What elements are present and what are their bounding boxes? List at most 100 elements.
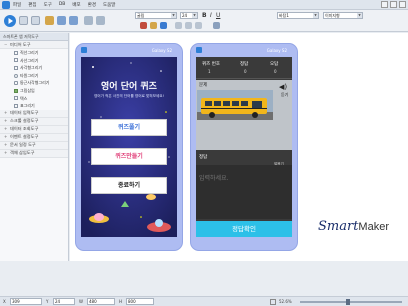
expand-icon: + xyxy=(4,110,8,116)
phone-title: Galaxy S2 xyxy=(151,48,172,53)
quiz-start-button[interactable]: 퀴즈풀기 xyxy=(91,119,167,136)
status-bar: X 309 Y 24 W 480 H 800 52.6% xyxy=(0,296,408,306)
category-media[interactable]: − 미디어 도구 xyxy=(0,41,68,49)
x-field[interactable]: 309 xyxy=(10,298,42,305)
maximize-button[interactable] xyxy=(390,1,397,8)
width-field[interactable]: 480 xyxy=(87,298,115,305)
underline-icon[interactable]: U xyxy=(216,12,220,19)
tool-panel: 스마트폰 앱 저작도구 − 미디어 도구 직선그리기 사선그리기 사각형그리기 타… xyxy=(0,33,69,261)
zoom-slider-handle[interactable] xyxy=(346,299,350,305)
category-object[interactable]: + 객체 삽입도구 xyxy=(0,149,68,158)
menu-settings[interactable]: 환경 xyxy=(88,2,96,8)
align-center-icon[interactable] xyxy=(185,22,192,29)
tool-line[interactable]: 직선그리기 xyxy=(0,49,68,57)
image-mode-value: 이미지형 xyxy=(325,13,340,18)
bold-icon[interactable]: B xyxy=(202,12,207,19)
answer-placeholder: 입력하세요. xyxy=(199,175,229,182)
correct-value: 0 xyxy=(244,69,247,74)
menu-tools[interactable]: 도구 xyxy=(44,2,52,8)
ellipse-icon xyxy=(14,73,18,78)
menu-bar: 파일 편집 도구 DB 배포 환경 도움말 xyxy=(0,0,408,10)
speaker-icon[interactable]: ◀) xyxy=(279,83,287,91)
close-button[interactable] xyxy=(399,1,406,8)
move-up-icon[interactable] xyxy=(57,16,66,25)
menu-db[interactable]: DB xyxy=(59,2,66,7)
answer-header: 정답 발음기 xyxy=(196,150,292,166)
phone-screen: 퀴즈 번호 정답 오답 1 0 0 문제 ◀) 듣기 정답 발음기 입력하세요.… xyxy=(196,57,292,237)
tool-ellipse[interactable]: 타원그리기 xyxy=(0,72,68,80)
expand-icon: + xyxy=(4,134,8,140)
fill-color-icon[interactable] xyxy=(140,22,147,29)
expand-icon: + xyxy=(4,118,8,124)
tool-rect[interactable]: 사각형그리기 xyxy=(0,64,68,72)
brand-plain-text: Maker xyxy=(358,221,389,233)
align-icon[interactable] xyxy=(45,16,54,25)
chevron-down-icon: ▼ xyxy=(357,13,362,18)
phone-preview-2[interactable]: Galaxy S2 퀴즈 번호 정답 오답 1 0 0 문제 ◀) 듣기 정답 … xyxy=(190,43,298,251)
quiz-make-button[interactable]: 퀴즈만들기 xyxy=(91,148,167,165)
font-name-combo[interactable]: 굴림 ▼ xyxy=(135,12,177,19)
line-color-icon[interactable] xyxy=(150,22,157,29)
zoom-slider-track[interactable] xyxy=(300,301,402,303)
y-field[interactable]: 24 xyxy=(53,298,75,305)
quiz-number-value: 1 xyxy=(208,69,211,74)
brand-script-text: Smart xyxy=(318,219,359,234)
design-canvas[interactable]: Galaxy S2 영어 단어 퀴즈 영어가 적은 사진의 단어를 영어로 맞혀… xyxy=(70,33,408,261)
app-badge-icon xyxy=(196,47,202,53)
quiz-subtitle: 영어가 적은 사진의 단어를 영어로 맞혀보세요! xyxy=(94,94,164,98)
text-color-icon[interactable] xyxy=(160,22,167,29)
bring-front-icon[interactable] xyxy=(213,22,220,29)
confirm-answer-button[interactable]: 정답확인 xyxy=(196,221,292,237)
tool-text[interactable]: 텍스 xyxy=(0,95,68,103)
app-icon xyxy=(2,0,10,9)
problem-label: 문제 xyxy=(199,83,208,88)
image-icon xyxy=(14,88,18,93)
font-size-combo[interactable]: 24 ▼ xyxy=(180,12,198,19)
save-icon[interactable] xyxy=(19,16,28,25)
app-badge-icon xyxy=(81,47,87,53)
wrong-label: 오답 xyxy=(270,62,279,67)
image-mode-select[interactable]: 이미지형 ▼ xyxy=(323,12,363,19)
tool-roundrect[interactable]: 둥근사각형그리기 xyxy=(0,79,68,87)
play-icon[interactable] xyxy=(4,15,16,27)
table-icon xyxy=(14,103,18,108)
height-field[interactable]: 800 xyxy=(126,298,154,305)
diagonal-icon xyxy=(14,58,18,63)
ungroup-icon[interactable] xyxy=(96,16,105,25)
move-down-icon[interactable] xyxy=(69,16,78,25)
italic-icon[interactable]: I xyxy=(210,12,212,19)
fit-icon[interactable] xyxy=(270,299,276,305)
exit-button[interactable]: 종료하기 xyxy=(91,177,167,194)
collapse-icon: − xyxy=(4,41,8,47)
problem-area: 문제 ◀) 듣기 xyxy=(196,80,292,150)
wrong-value: 0 xyxy=(274,69,277,74)
toolbar: 굴림 ▼ 24 ▼ B I U 바탕1 ▼ 이미지형 ▼ xyxy=(0,10,408,32)
tool-image[interactable]: 그림삽입 xyxy=(0,87,68,95)
roundrect-icon xyxy=(14,81,18,86)
group-icon[interactable] xyxy=(84,16,93,25)
style-select[interactable]: 바탕1 ▼ xyxy=(277,12,319,19)
listen-label: 듣기 xyxy=(281,92,289,97)
chevron-down-icon: ▼ xyxy=(313,13,318,18)
chevron-down-icon: ▼ xyxy=(171,13,176,18)
align-right-icon[interactable] xyxy=(195,22,202,29)
text-icon xyxy=(14,96,18,101)
menu-help[interactable]: 도움말 xyxy=(103,2,115,8)
menu-deploy[interactable]: 배포 xyxy=(72,2,80,8)
style-select-value: 바탕1 xyxy=(279,13,289,18)
zoom-value: 52.6% xyxy=(279,299,292,304)
minimize-button[interactable] xyxy=(381,1,388,8)
phone-screen: 영어 단어 퀴즈 영어가 적은 사진의 단어를 영어로 맞혀보세요! 퀴즈풀기 … xyxy=(81,57,177,237)
align-left-icon[interactable] xyxy=(175,22,182,29)
correct-label: 정답 xyxy=(240,62,249,67)
tool-diagonal[interactable]: 사선그리기 xyxy=(0,57,68,65)
answer-input[interactable]: 입력하세요. xyxy=(196,165,292,219)
open-icon[interactable] xyxy=(31,16,40,25)
phone-preview-1[interactable]: Galaxy S2 영어 단어 퀴즈 영어가 적은 사진의 단어를 영어로 맞혀… xyxy=(75,43,183,251)
menu-edit[interactable]: 편집 xyxy=(28,2,36,8)
line-icon xyxy=(14,50,18,55)
x-label: X xyxy=(3,299,6,304)
expand-icon: + xyxy=(4,142,8,148)
font-size-value: 24 xyxy=(182,13,188,18)
menu-file[interactable]: 파일 xyxy=(13,2,21,8)
